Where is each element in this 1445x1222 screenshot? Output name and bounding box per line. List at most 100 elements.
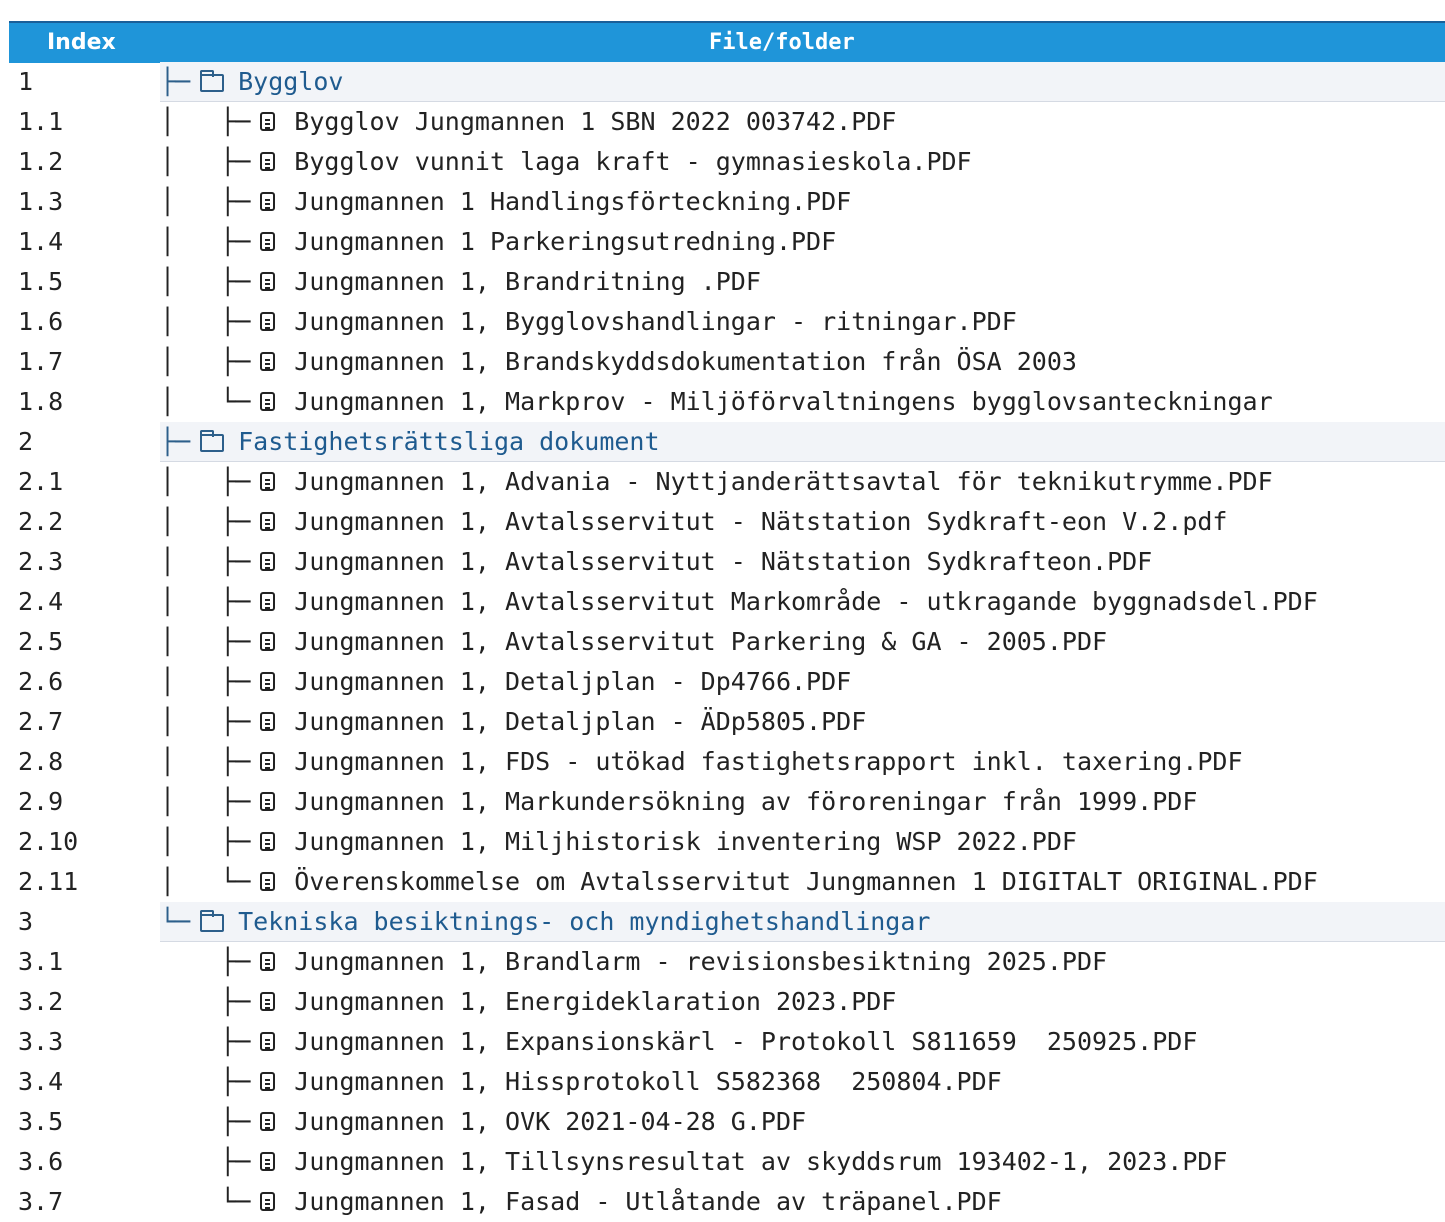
row-index: 3.1 <box>18 947 64 976</box>
document-icon <box>260 632 276 651</box>
file-row[interactable]: 1.2 │ ├─ Bygglov vunnit laga kraft - gymna… <box>0 142 1445 182</box>
file-row[interactable]: 1.4 │ ├─ Jungmannen 1 Parkeringsutredning.… <box>0 222 1445 262</box>
row-index: 1.6 <box>18 307 64 336</box>
document-icon <box>260 952 276 971</box>
document-icon <box>260 1112 276 1131</box>
file-name[interactable]: Jungmannen 1 Parkeringsutredning.PDF <box>294 222 836 262</box>
document-icon <box>260 832 276 851</box>
file-row[interactable]: 3.4 ├─ Jungmannen 1, Hissprotokoll S58236… <box>0 1062 1445 1102</box>
file-row[interactable]: 2.9 │ ├─ Jungmannen 1, Markundersökning av… <box>0 782 1445 822</box>
file-name[interactable]: Jungmannen 1, Fasad - Utlåtande av träpa… <box>294 1182 1001 1222</box>
file-name[interactable]: Jungmannen 1, Avtalsservitut - Nätstatio… <box>294 502 1227 542</box>
file-name[interactable]: Jungmannen 1, Expansionskärl - Protokoll… <box>294 1022 1197 1062</box>
folder-icon <box>200 70 225 92</box>
file-name[interactable]: Jungmannen 1, OVK 2021-04-28 G.PDF <box>294 1102 806 1142</box>
file-row[interactable]: 2.4 │ ├─ Jungmannen 1, Avtalsservitut Mark… <box>0 582 1445 622</box>
document-icon <box>260 1032 276 1051</box>
file-row[interactable]: 2.10 │ ├─ Jungmannen 1, Miljhistorisk inve… <box>0 822 1445 862</box>
file-row[interactable]: 1.5 │ ├─ Jungmannen 1, Brandritning .PDF <box>0 262 1445 302</box>
file-name[interactable]: Jungmannen 1, Markprov - Miljöförvaltnin… <box>294 382 1272 422</box>
table-header: Index File/folder <box>9 21 1445 63</box>
row-index: 1.1 <box>18 107 64 136</box>
file-row[interactable]: 2.6 │ ├─ Jungmannen 1, Detaljplan - Dp4766… <box>0 662 1445 702</box>
top-divider <box>0 0 1445 3</box>
document-icon <box>260 352 276 371</box>
file-row[interactable]: 2.1 │ ├─ Jungmannen 1, Advania - Nyttjande… <box>0 462 1445 502</box>
tree-connector: │ ├─ <box>160 267 251 296</box>
folder-icon <box>200 430 225 452</box>
file-name[interactable]: Jungmannen 1, Avtalsservitut Parkering &… <box>294 622 1107 662</box>
document-icon <box>260 152 276 171</box>
file-name[interactable]: Jungmannen 1, Miljhistorisk inventering … <box>294 822 1077 862</box>
row-index: 2.8 <box>18 747 64 776</box>
file-name[interactable]: Jungmannen 1, Markundersökning av förore… <box>294 782 1197 822</box>
file-name[interactable]: Jungmannen 1, Energideklaration 2023.PDF <box>294 982 896 1022</box>
tree-connector: └─ <box>160 907 191 936</box>
tree-connector: │ ├─ <box>160 787 251 816</box>
file-name[interactable]: Jungmannen 1 Handlingsförteckning.PDF <box>294 182 851 222</box>
file-name[interactable]: Jungmannen 1, FDS - utökad fastighetsrap… <box>294 742 1242 782</box>
file-row[interactable]: 1.3 │ ├─ Jungmannen 1 Handlingsförteckning… <box>0 182 1445 222</box>
file-row[interactable]: 2.5 │ ├─ Jungmannen 1, Avtalsservitut Park… <box>0 622 1445 662</box>
row-index: 1.3 <box>18 187 64 216</box>
folder-name[interactable]: Tekniska besiktnings- och myndighetshand… <box>238 902 930 942</box>
folder-name[interactable]: Bygglov <box>238 62 343 102</box>
row-index: 2.7 <box>18 707 64 736</box>
file-row[interactable]: 1.7 │ ├─ Jungmannen 1, Brandskyddsdokument… <box>0 342 1445 382</box>
file-row[interactable]: 3.5 ├─ Jungmannen 1, OVK 2021-04-28 G.PDF <box>0 1102 1445 1142</box>
tree-connector: ├─ <box>160 987 251 1016</box>
row-index: 3.6 <box>18 1147 64 1176</box>
file-name[interactable]: Jungmannen 1, Advania - Nyttjanderättsav… <box>294 462 1272 502</box>
row-index: 3.7 <box>18 1187 64 1216</box>
file-row[interactable]: 1.8 │ └─ Jungmannen 1, Markprov - Miljöför… <box>0 382 1445 422</box>
file-name[interactable]: Bygglov vunnit laga kraft - gymnasieskol… <box>294 142 971 182</box>
file-row[interactable]: 3.7 └─ Jungmannen 1, Fasad - Utlåtande av… <box>0 1182 1445 1222</box>
tree-connector: │ ├─ <box>160 227 251 256</box>
file-name[interactable]: Jungmannen 1, Brandlarm - revisionsbesik… <box>294 942 1107 982</box>
row-index: 2.1 <box>18 467 64 496</box>
file-name[interactable]: Överenskommelse om Avtalsservitut Jungma… <box>294 862 1318 902</box>
folder-name[interactable]: Fastighetsrättsliga dokument <box>238 422 659 462</box>
file-name[interactable]: Jungmannen 1, Avtalsservitut Markområde … <box>294 582 1318 622</box>
file-name[interactable]: Jungmannen 1, Detaljplan - Dp4766.PDF <box>294 662 851 702</box>
document-icon <box>260 712 276 731</box>
file-name[interactable]: Jungmannen 1, Detaljplan - ÄDp5805.PDF <box>294 702 866 742</box>
row-index: 2.5 <box>18 627 64 656</box>
row-index: 2.2 <box>18 507 64 536</box>
row-index: 2.9 <box>18 787 64 816</box>
file-row[interactable]: 3.6 ├─ Jungmannen 1, Tillsynsresultat av … <box>0 1142 1445 1182</box>
tree-connector: ├─ <box>160 427 191 456</box>
file-row[interactable]: 2.11 │ └─ Överenskommelse om Avtalsservitu… <box>0 862 1445 902</box>
row-index: 1.2 <box>18 147 64 176</box>
tree-connector: │ └─ <box>160 867 251 896</box>
file-name[interactable]: Jungmannen 1, Brandskyddsdokumentation f… <box>294 342 1077 382</box>
file-row[interactable]: 2.3 │ ├─ Jungmannen 1, Avtalsservitut - Nä… <box>0 542 1445 582</box>
row-index: 1.7 <box>18 347 64 376</box>
row-index: 2.6 <box>18 667 64 696</box>
tree-connector: │ ├─ <box>160 467 251 496</box>
file-name[interactable]: Jungmannen 1, Hissprotokoll S582368 2508… <box>294 1062 1001 1102</box>
file-row[interactable]: 3.3 ├─ Jungmannen 1, Expansionskärl - Pro… <box>0 1022 1445 1062</box>
file-row[interactable]: 3.2 ├─ Jungmannen 1, Energideklaration 20… <box>0 982 1445 1022</box>
file-row[interactable]: 1.6 │ ├─ Jungmannen 1, Bygglovshandlingar … <box>0 302 1445 342</box>
folder-row[interactable]: 1 ├─ Bygglov <box>0 62 1445 102</box>
folder-row[interactable]: 3 └─ Tekniska besiktnings- och myndighetsh… <box>0 902 1445 942</box>
document-icon <box>260 192 276 211</box>
file-row[interactable]: 2.7 │ ├─ Jungmannen 1, Detaljplan - ÄDp580… <box>0 702 1445 742</box>
file-row[interactable]: 3.1 ├─ Jungmannen 1, Brandlarm - revision… <box>0 942 1445 982</box>
row-index: 1.4 <box>18 227 64 256</box>
file-name[interactable]: Jungmannen 1, Avtalsservitut - Nätstatio… <box>294 542 1152 582</box>
folder-row[interactable]: 2 ├─ Fastighetsrättsliga dokument <box>0 422 1445 462</box>
file-row[interactable]: 1.1 │ ├─ Bygglov Jungmannen 1 SBN 2022 003… <box>0 102 1445 142</box>
file-name[interactable]: Jungmannen 1, Tillsynsresultat av skydds… <box>294 1142 1227 1182</box>
row-index: 3.5 <box>18 1107 64 1136</box>
file-row[interactable]: 2.2 │ ├─ Jungmannen 1, Avtalsservitut - Nä… <box>0 502 1445 542</box>
row-index: 3.4 <box>18 1067 64 1096</box>
file-name[interactable]: Jungmannen 1, Brandritning .PDF <box>294 262 761 302</box>
row-index: 2.11 <box>18 867 79 896</box>
tree-connector: │ ├─ <box>160 187 251 216</box>
tree-connector: │ ├─ <box>160 347 251 376</box>
file-name[interactable]: Jungmannen 1, Bygglovshandlingar - ritni… <box>294 302 1016 342</box>
file-row[interactable]: 2.8 │ ├─ Jungmannen 1, FDS - utökad fastig… <box>0 742 1445 782</box>
file-name[interactable]: Bygglov Jungmannen 1 SBN 2022 003742.PDF <box>294 102 896 142</box>
